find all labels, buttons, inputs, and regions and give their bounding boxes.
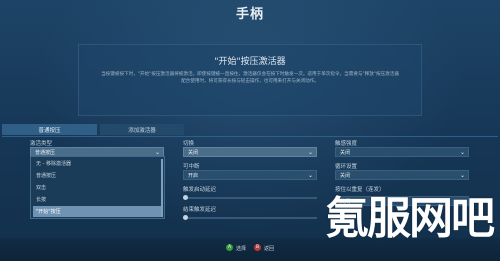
panel-title: "开始"按压激活器 — [214, 57, 286, 67]
start-delay-slider-knob[interactable] — [183, 195, 188, 200]
end-delay-slider[interactable] — [183, 217, 317, 219]
interruptible-select[interactable]: 开启 ⌄ — [183, 170, 317, 180]
dropdown-option-selected[interactable]: "开始"按压 — [33, 206, 162, 217]
b-button-icon: B — [254, 244, 261, 251]
tab-divider — [2, 136, 498, 137]
repeat-label: 按住以重复（连发） — [335, 187, 385, 193]
haptic-label: 触感强度 — [335, 141, 358, 147]
interruptible-label: 可中断 — [183, 164, 200, 170]
tab-bar: 普通按压 添加激活器 — [2, 124, 498, 136]
select-hint[interactable]: 选择 — [236, 245, 246, 252]
end-delay-label: 结束触发延迟 — [183, 207, 217, 213]
tab-regular-press[interactable]: 普通按压 — [2, 124, 97, 135]
cycle-label: 循环设置 — [335, 164, 358, 170]
dropdown-option[interactable]: 长按 — [33, 194, 162, 205]
cycle-value: 关闭 — [340, 172, 351, 179]
tab-add-activator[interactable]: 添加激活器 — [100, 124, 184, 135]
haptic-value: 关闭 — [340, 149, 351, 156]
start-delay-slider[interactable] — [183, 197, 317, 199]
back-hint[interactable]: 返回 — [264, 245, 274, 252]
toggle-label: 切换 — [183, 141, 195, 147]
activation-type-value: 普通按压 — [35, 149, 56, 156]
toggle-select[interactable]: 关闭 ⌄ — [183, 147, 317, 157]
cycle-select[interactable]: 关闭 ⌄ — [335, 170, 469, 180]
info-panel: "开始"按压激活器 当按键被按下时，"开始"按压激活器将被激活。即使按键被一直按… — [78, 44, 422, 116]
dropdown-option[interactable]: 普通按压 — [33, 170, 162, 181]
haptic-select[interactable]: 关闭 ⌄ — [335, 147, 469, 157]
interruptible-value: 开启 — [188, 172, 199, 179]
end-delay-slider-knob[interactable] — [183, 215, 188, 220]
panel-description: 当按键被按下时，"开始"按压激活器将被激活。即使按键被一直按住，激活器仅会在按下… — [101, 72, 399, 84]
chevron-down-icon: ⌄ — [459, 149, 465, 156]
dropdown-option[interactable]: 双击 — [33, 182, 162, 193]
activation-type-label: 激活类型 — [30, 141, 53, 147]
chevron-down-icon: ⌄ — [307, 149, 313, 156]
chevron-down-icon: ⌄ — [307, 172, 313, 179]
start-delay-label: 触发启动延迟 — [183, 187, 217, 193]
dropdown-scrollbar[interactable] — [161, 159, 163, 217]
chevron-down-icon: ⌄ — [459, 172, 465, 179]
dropdown-option[interactable]: 无 - 移除激活器 — [33, 158, 162, 169]
toggle-value: 关闭 — [188, 149, 199, 156]
a-button-icon: A — [226, 244, 233, 251]
watermark-logo: 氪服网吧 — [325, 193, 495, 244]
activation-type-dropdown: 无 - 移除激活器 普通按压 双击 长按 "开始"按压 — [30, 156, 165, 219]
window-title: 手柄 — [235, 7, 264, 22]
chevron-down-icon: ⌄ — [154, 149, 160, 156]
